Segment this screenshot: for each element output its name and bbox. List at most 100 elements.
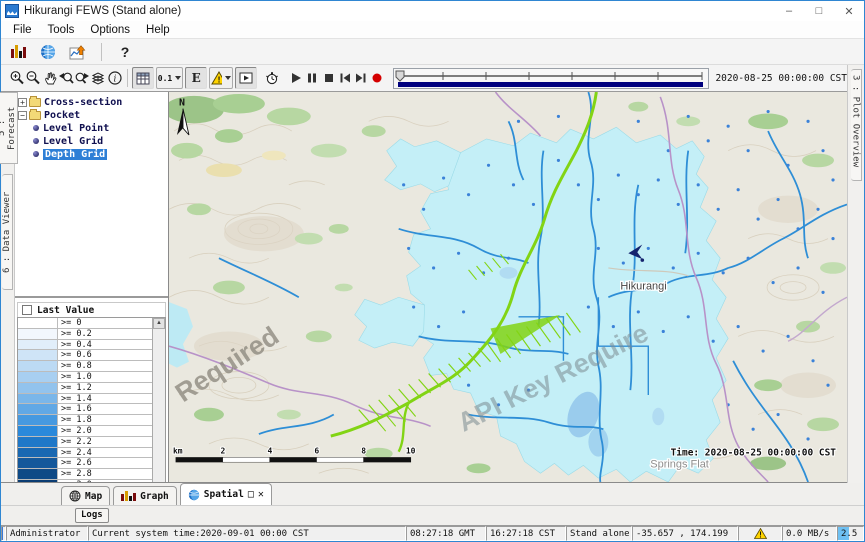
zoom-next-icon[interactable] <box>74 68 90 89</box>
legend-scrollbar[interactable]: ▲ ▼ <box>152 318 165 482</box>
tab-data-viewer[interactable]: 6 : Data Viewer <box>2 174 13 290</box>
menu-options[interactable]: Options <box>82 24 138 36</box>
legend-row: >= 1.4 <box>18 394 152 405</box>
grid-toggle-button[interactable] <box>132 67 154 89</box>
pan-hand-icon[interactable] <box>42 68 58 89</box>
menu-help[interactable]: Help <box>138 24 178 36</box>
toolbar-separator <box>101 43 102 61</box>
checkbox-icon[interactable] <box>22 305 32 315</box>
zoom-previous-icon[interactable] <box>58 68 74 89</box>
map-display-globe-icon[interactable] <box>37 41 59 63</box>
last-value-checkbox-row[interactable]: Last Value <box>17 302 166 317</box>
pause-icon[interactable] <box>304 68 320 89</box>
checkbox-label: Last Value <box>37 305 94 316</box>
tab-spatial[interactable]: Spatial □ ✕ <box>180 483 272 505</box>
tree-item-level-grid[interactable]: Level Grid <box>31 135 166 147</box>
right-tab-strip: 3 : Plot Overview <box>847 65 864 483</box>
status-bandwidth: 0.0 MB/s <box>782 526 837 541</box>
help-button[interactable]: ? <box>114 41 136 63</box>
tab-plot-overview[interactable]: 3 : Plot Overview <box>851 69 862 181</box>
data-viewer-panel: + Cross-section − Pocket Level Point <box>15 92 169 482</box>
warnings-dropdown[interactable]: ! <box>209 67 232 89</box>
tab-maximize-icon[interactable]: □ <box>248 489 254 500</box>
legend-color-swatch <box>18 361 58 371</box>
scroll-up-icon[interactable]: ▲ <box>153 318 165 329</box>
close-button[interactable]: ✕ <box>834 1 864 21</box>
tab-map[interactable]: Map <box>61 486 110 505</box>
legend-color-swatch <box>18 372 58 382</box>
time-span-bar <box>398 82 703 87</box>
svg-text:!: ! <box>218 75 221 85</box>
status-local-time: 16:27:18 CST <box>486 526 566 541</box>
play-icon[interactable] <box>288 68 304 89</box>
svg-text:i: i <box>113 75 116 85</box>
legend-row: >= 1.2 <box>18 383 152 394</box>
folder-icon <box>29 111 41 120</box>
legend-color-swatch <box>18 437 58 447</box>
window-title: Hikurangi FEWS (Stand alone) <box>24 5 181 17</box>
record-icon[interactable] <box>369 68 385 89</box>
legend-color-swatch <box>18 469 58 479</box>
skip-to-end-icon[interactable] <box>353 68 369 89</box>
time-slider[interactable] <box>393 68 709 89</box>
legend-row: >= 1.8 <box>18 415 152 426</box>
status-memory: 2.5 GB <box>837 526 864 541</box>
tab-close-icon[interactable]: ✕ <box>258 489 264 500</box>
locality-label: Springs Flat <box>650 458 709 470</box>
menu-bar: File Tools Options Help <box>1 21 864 39</box>
tree-item-level-point[interactable]: Level Point <box>31 122 166 134</box>
legend-color-swatch <box>18 426 58 436</box>
skip-to-start-icon[interactable] <box>337 68 353 89</box>
stop-icon[interactable] <box>320 68 336 89</box>
bar-chart-icon <box>121 491 136 501</box>
legend-color-swatch <box>18 383 58 393</box>
zoom-in-icon[interactable] <box>9 68 25 89</box>
status-warning-cell[interactable]: ! <box>738 526 782 541</box>
toolbar-separator <box>127 69 128 87</box>
legend-color-swatch <box>18 350 58 360</box>
chevron-down-icon <box>175 76 181 80</box>
menu-tools[interactable]: Tools <box>40 24 83 36</box>
tree-item-depth-grid[interactable]: Depth Grid <box>31 148 166 160</box>
maximize-button[interactable]: □ <box>804 1 834 21</box>
explorer-icon[interactable] <box>7 41 29 63</box>
tab-forecast[interactable]: 5 : Forecast <box>0 92 18 164</box>
timeseries-display-icon[interactable] <box>67 41 89 63</box>
collapse-icon[interactable]: − <box>18 111 27 120</box>
legend-color-swatch <box>18 404 58 414</box>
info-icon[interactable]: i <box>107 68 123 89</box>
app-logo-icon <box>5 4 19 18</box>
svg-text:N: N <box>179 98 185 109</box>
logs-button[interactable]: Logs <box>75 508 109 523</box>
menu-file[interactable]: File <box>5 24 40 36</box>
time-slider-handle[interactable] <box>396 71 404 81</box>
animation-player-button[interactable] <box>235 67 257 89</box>
map-viewport[interactable]: Required API Key Require N Hikurangi <box>169 92 847 482</box>
app-window: Hikurangi FEWS (Stand alone) – □ ✕ File … <box>0 0 865 542</box>
legend-color-swatch <box>18 458 58 468</box>
chevron-down-icon <box>225 76 231 80</box>
legend-row: >= 1.6 <box>18 404 152 415</box>
map-time-label: Time: 2020-08-25 00:00:00 CST <box>671 448 837 459</box>
legend-rows: >= 0 >= 0.2 >= 0.4 >= 0.6 >= 0.8 >= 1.0 … <box>18 318 152 482</box>
labels-toggle-button[interactable]: E <box>185 67 207 89</box>
map-toolbar: i 0.1 E ! <box>1 65 847 92</box>
node-bullet-icon <box>33 125 39 131</box>
minimize-button[interactable]: – <box>774 1 804 21</box>
tree-item-pocket[interactable]: − Pocket <box>17 109 166 121</box>
label-interval-dropdown[interactable]: 0.1 <box>156 67 184 89</box>
legend-color-swatch <box>18 394 58 404</box>
animation-settings-icon[interactable] <box>264 68 280 89</box>
legend-row: >= 2.4 <box>18 448 152 459</box>
layers-icon[interactable] <box>90 68 106 89</box>
legend-color-swatch <box>18 415 58 425</box>
logs-row: Logs <box>1 506 864 526</box>
svg-text:8: 8 <box>361 447 366 456</box>
current-time-label: 2020-08-25 00:00:00 CST <box>715 73 847 84</box>
filter-tree: + Cross-section − Pocket Level Point <box>15 92 168 298</box>
zoom-out-icon[interactable] <box>25 68 41 89</box>
legend-row: >= 0 <box>18 318 152 329</box>
tree-item-cross-section[interactable]: + Cross-section <box>17 96 166 108</box>
tab-graph[interactable]: Graph <box>113 486 177 505</box>
expand-icon[interactable]: + <box>18 98 27 107</box>
